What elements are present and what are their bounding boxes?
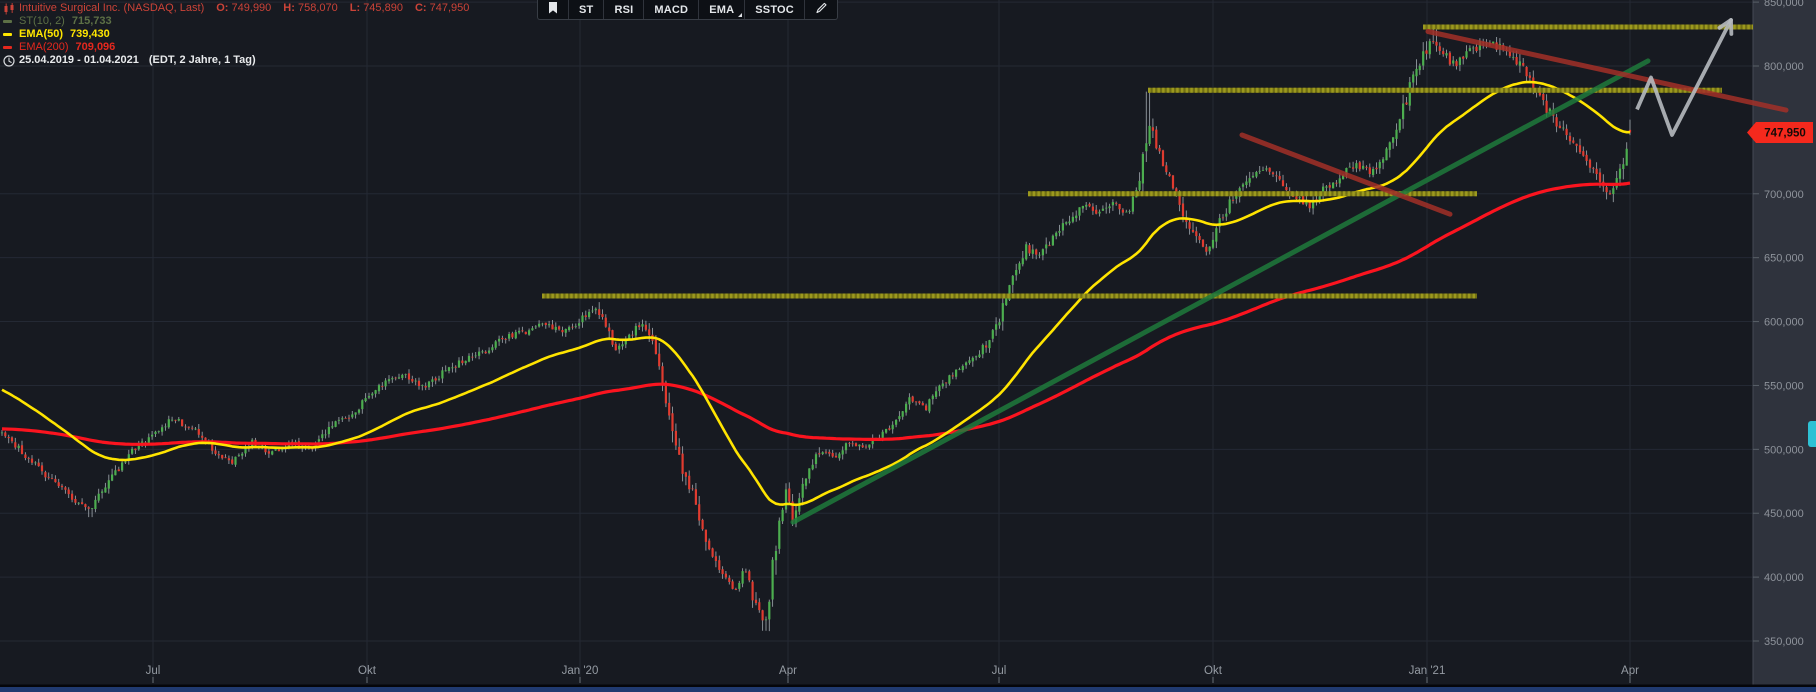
price-axis-label: 350,000	[1764, 636, 1804, 648]
indicator-label: EMA(50)	[19, 28, 63, 41]
clock-icon	[3, 55, 19, 67]
time-axis-label: Okt	[358, 665, 377, 677]
draw-tool-button[interactable]	[805, 0, 837, 19]
floating-widget-fragment[interactable]	[1808, 421, 1816, 447]
indicator-value: 715,733	[72, 15, 112, 28]
date-range-row[interactable]: 25.04.2019 - 01.04.2021 (EDT, 2 Jahre, 1…	[3, 54, 469, 67]
bottom-divider	[0, 685, 1816, 688]
brush-icon	[815, 2, 827, 17]
price-axis-label: 450,000	[1764, 508, 1804, 520]
price-axis-label: 550,000	[1764, 380, 1804, 392]
price-axis-label: 500,000	[1764, 444, 1804, 456]
watchlist-flag-button[interactable]	[538, 0, 569, 19]
time-axis-label: Jan '21	[1409, 665, 1446, 677]
charting-app: { "toolbar": { "buttons": [ {"id": "watc…	[0, 0, 1816, 692]
time-axis-label: Apr	[779, 665, 797, 677]
supertrend-swatch	[3, 20, 12, 23]
candlestick-icon	[3, 3, 19, 15]
time-axis-label: Jan '20	[562, 665, 599, 677]
indicator-label: ST(10, 2)	[19, 15, 65, 28]
indicator-legend-supertrend[interactable]: ST(10, 2) 715,733	[3, 15, 469, 28]
indicator-label: EMA(200)	[19, 41, 69, 54]
indicator-toolbar: ST RSI MACD EMA SSTOC	[537, 0, 838, 20]
bottom-blue-bar	[0, 687, 1816, 692]
price-axis-label: 400,000	[1764, 572, 1804, 584]
indicator-legend-ema50[interactable]: EMA(50) 739,430	[3, 28, 469, 41]
price-axis-label: 700,000	[1764, 189, 1804, 201]
dropdown-corner-triangle	[738, 13, 742, 17]
instrument-legend-row[interactable]: Intuitive Surgical Inc. (NASDAQ, Last)O:…	[3, 2, 469, 15]
toolbar-button-macd[interactable]: MACD	[644, 0, 699, 19]
instrument-title: Intuitive Surgical Inc. (NASDAQ, Last)	[19, 2, 204, 15]
price-axis-label: 800,000	[1764, 61, 1804, 73]
toolbar-button-rsi[interactable]: RSI	[604, 0, 644, 19]
time-axis-label: Jul	[146, 665, 161, 677]
toolbar-button-ema[interactable]: EMA	[699, 0, 745, 19]
price-axis-label: 850,000	[1764, 0, 1804, 9]
price-axis-label: 600,000	[1764, 317, 1804, 329]
last-price-badge-text: 747,950	[1764, 128, 1806, 140]
time-axis-label: Jul	[992, 665, 1007, 677]
price-axis-label: 650,000	[1764, 253, 1804, 265]
toolbar-button-st[interactable]: ST	[569, 0, 604, 19]
indicator-value: 739,430	[70, 28, 110, 41]
date-range-text: 25.04.2019 - 01.04.2021	[19, 54, 139, 67]
toolbar-button-sstoc[interactable]: SSTOC	[745, 0, 805, 19]
ema200-swatch	[3, 46, 12, 49]
ema50-swatch	[3, 33, 12, 36]
indicator-legend-ema200[interactable]: EMA(200) 709,096	[3, 41, 469, 54]
date-range-detail: (EDT, 2 Jahre, 1 Tag)	[149, 54, 256, 67]
chart-canvas[interactable]: 850,000 800,000 700,000 650,000 600,000 550,0…	[0, 0, 1816, 692]
time-axis-label: Apr	[1621, 665, 1639, 677]
time-axis-label: Okt	[1204, 665, 1223, 677]
chart-legend: Intuitive Surgical Inc. (NASDAQ, Last)O:…	[3, 2, 469, 67]
flag-icon	[548, 2, 558, 17]
last-price-badge: 747,950	[1747, 122, 1813, 143]
indicator-value: 709,096	[76, 41, 116, 54]
